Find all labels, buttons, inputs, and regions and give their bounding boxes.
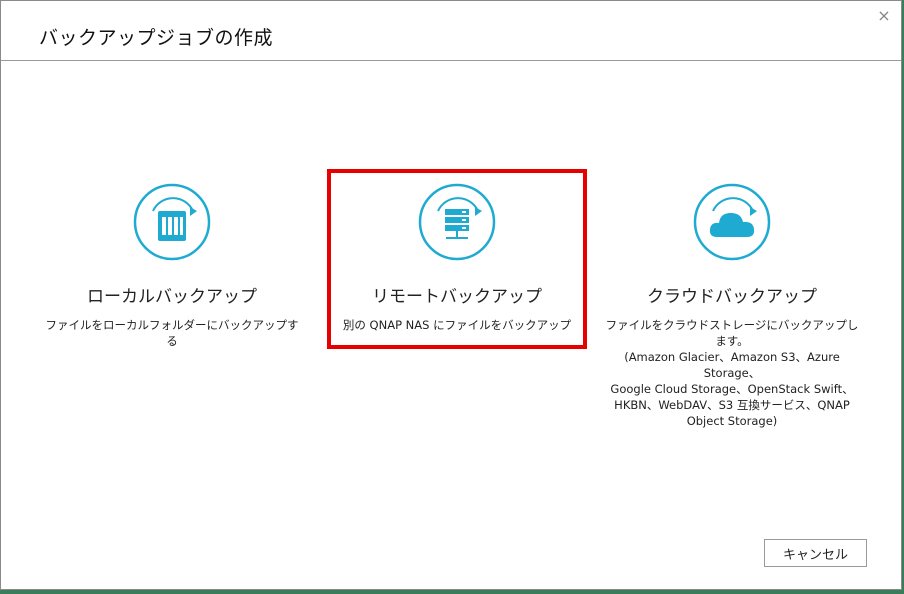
server-rack-icon — [418, 183, 496, 261]
cloud-description-line: (Amazon Glacier、Amazon S3、Azure Storage、 — [624, 350, 840, 380]
cloud-icon — [693, 183, 771, 261]
remote-backup-title: リモートバックアップ — [372, 287, 542, 307]
nas-device-icon — [133, 183, 211, 261]
cancel-button[interactable]: キャンセル — [764, 539, 867, 567]
local-backup-description: ファイルをローカルフォルダーにバックアップする — [45, 318, 299, 348]
title-divider — [1, 60, 901, 61]
dialog-title: バックアップジョブの作成 — [39, 27, 274, 49]
local-backup-title: ローカルバックアップ — [87, 287, 257, 307]
remote-backup-option[interactable]: リモートバックアップ 別の QNAP NAS にファイルをバックアップ — [327, 169, 587, 349]
cloud-backup-title: クラウドバックアップ — [647, 287, 817, 307]
local-backup-option[interactable]: ローカルバックアップ ファイルをローカルフォルダーにバックアップする — [42, 169, 302, 349]
cloud-description-line: Object Storage) — [686, 414, 778, 428]
close-icon[interactable]: × — [875, 7, 893, 25]
cloud-backup-description: ファイルをクラウドストレージにバックアップします。 (Amazon Glacie… — [602, 317, 862, 429]
remote-backup-description: 別の QNAP NAS にファイルをバックアップ — [342, 318, 572, 332]
cloud-description-line: ファイルをクラウドストレージにバックアップします。 — [605, 318, 859, 348]
cloud-description-line: HKBN、WebDAV、S3 互換サービス、QNAP — [614, 398, 850, 412]
create-backup-job-dialog: バックアップジョブの作成 × ローカルバックアップ ファイルをローカルフォルダー… — [0, 0, 902, 590]
cloud-backup-option[interactable]: クラウドバックアップ ファイルをクラウドストレージにバックアップします。 (Am… — [602, 169, 862, 428]
cloud-description-line: Google Cloud Storage、OpenStack Swift、 — [610, 382, 854, 396]
